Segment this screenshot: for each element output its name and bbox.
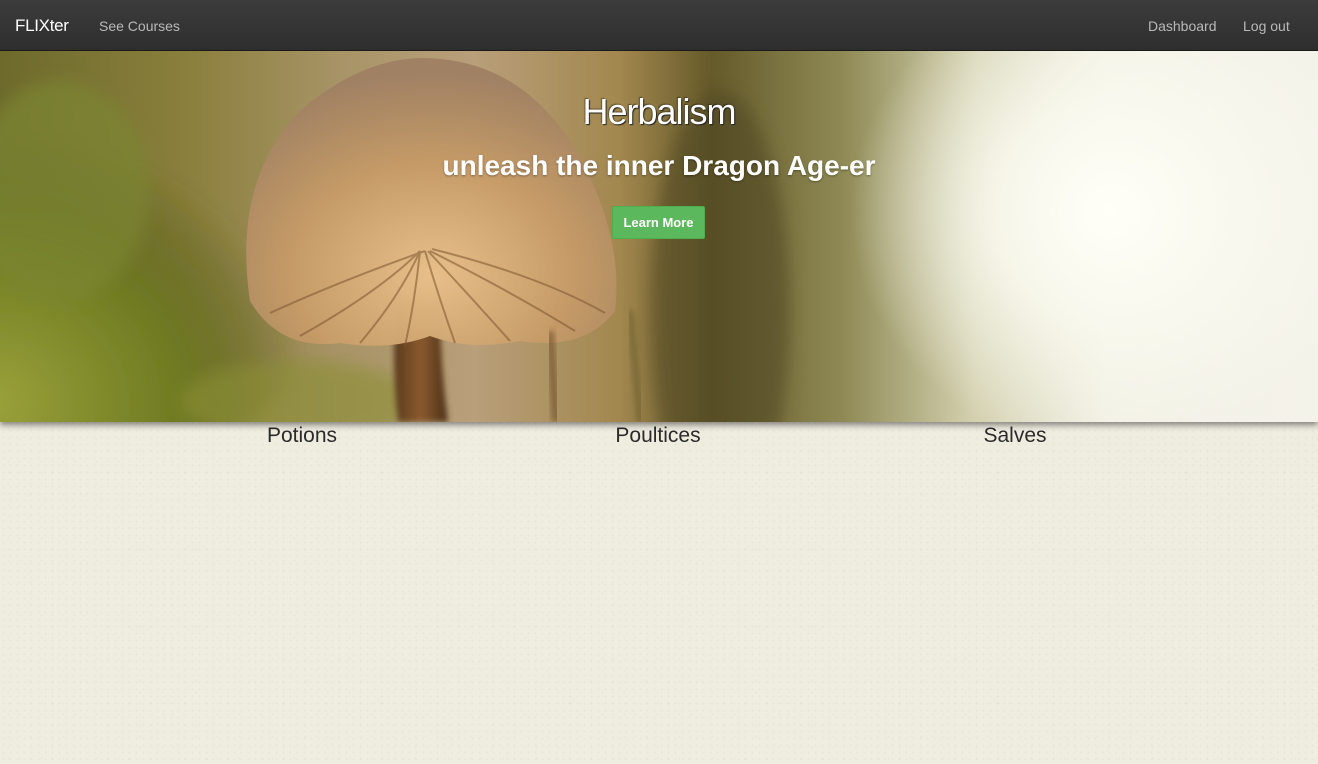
hero-title: Herbalism xyxy=(582,91,736,132)
brand-logo-link[interactable]: FLIXter xyxy=(15,16,69,36)
hero-banner: Herbalism unleash the inner Dragon Age-e… xyxy=(0,51,1318,422)
hero-subtitle: unleash the inner Dragon Age-er xyxy=(442,150,876,181)
nav-dashboard-link[interactable]: Dashboard xyxy=(1148,18,1217,34)
category-potions-link[interactable]: Potions xyxy=(152,424,452,448)
top-navbar: FLIXter See Courses Dashboard Log out xyxy=(0,0,1318,51)
category-salves-link[interactable]: Salves xyxy=(865,424,1165,448)
nav-logout-link[interactable]: Log out xyxy=(1243,18,1290,34)
category-poultices-link[interactable]: Poultices xyxy=(508,424,808,448)
learn-more-button[interactable]: Learn More xyxy=(612,206,705,239)
nav-see-courses-link[interactable]: See Courses xyxy=(99,18,180,34)
